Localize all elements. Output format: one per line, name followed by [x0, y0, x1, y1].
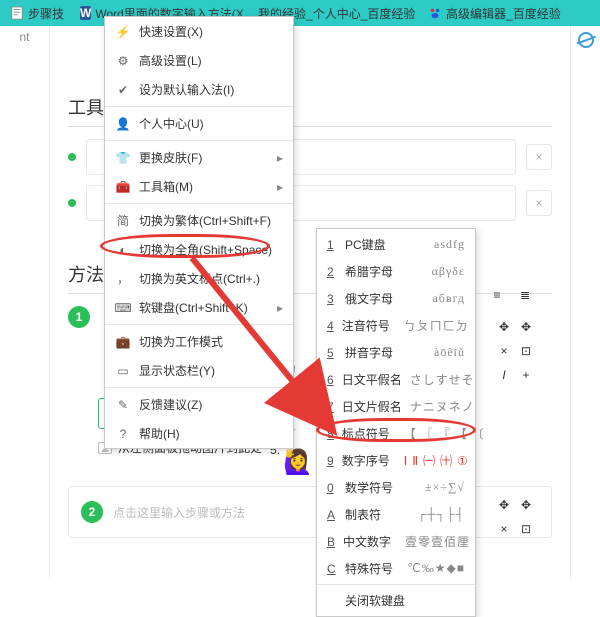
step1-toolbar-a: ✥ × I [494, 320, 514, 382]
step-number-1: 1 [68, 306, 90, 328]
feedback-icon: ✎ [115, 397, 131, 413]
unordered-list-icon[interactable]: ≣ [515, 288, 535, 302]
user-icon: 👤 [115, 116, 131, 132]
menu-soft-keyboard[interactable]: ⌨软键盘(Ctrl+Shift+K)▸ [105, 293, 293, 322]
fullwidth-icon: ◐ [115, 242, 131, 258]
check-icon: ✔ [115, 82, 131, 98]
bolt-icon: ⚡ [115, 24, 131, 40]
step2-toolbar-a: ✥ × [494, 498, 514, 536]
menu-fullwidth[interactable]: ◐切换为全角(Shift+Space) [105, 235, 293, 264]
right-gutter [570, 26, 600, 579]
word-icon: W [80, 6, 91, 20]
skin-icon: 👕 [115, 150, 131, 166]
menu-separator [317, 584, 475, 585]
ie-icon[interactable] [578, 32, 594, 48]
sub-math[interactable]: 0数学符号±×÷∑√ [317, 474, 475, 501]
menu-work-mode[interactable]: 💼切换为工作模式 [105, 327, 293, 356]
step1-toolbar-b: ✥ ⊡ + [516, 320, 536, 382]
sub-close-kbd[interactable]: 关闭软键盘 [317, 587, 475, 614]
punct-icon: ， [115, 271, 131, 287]
sub-pinyin[interactable]: 5拼音字母àōêīǔ [317, 339, 475, 366]
move-icon[interactable]: ✥ [499, 320, 509, 334]
lock-icon[interactable]: ⊡ [521, 522, 531, 536]
baidu-icon [428, 6, 442, 20]
menu-toolbox[interactable]: 🧰工具箱(M)▸ [105, 172, 293, 201]
move-icon[interactable]: ✥ [521, 320, 531, 334]
menu-separator [105, 387, 293, 388]
tab-label: 高级编辑器_百度经验 [446, 5, 561, 22]
menu-advanced-settings[interactable]: ⚙高级设置(L) [105, 46, 293, 75]
step-2-placeholder: 点击这里输入步骤或方法 [113, 504, 245, 521]
toolbox-icon: 🧰 [115, 179, 131, 195]
keyboard-icon: ⌨ [115, 300, 131, 316]
chevron-right-icon: ▸ [277, 301, 283, 315]
tab-3[interactable]: 高级编辑器_百度经验 [422, 3, 567, 24]
bullet-icon [68, 199, 76, 207]
step2-toolbar-b: ✥ ⊡ [516, 498, 536, 536]
menu-help[interactable]: ?帮助(H) [105, 419, 293, 448]
move-icon[interactable]: ✥ [499, 498, 509, 512]
add-icon[interactable]: + [522, 368, 529, 382]
sub-pc-keyboard[interactable]: 1PC键盘asdfg [317, 231, 475, 258]
emoji-icon: 🙋‍♀️ [283, 448, 313, 477]
menu-set-default[interactable]: ✔设为默认输入法(I) [105, 75, 293, 104]
chevron-right-icon: ▸ [277, 180, 283, 194]
sub-greek[interactable]: 2希腊字母αβγδε [317, 258, 475, 285]
menu-traditional[interactable]: 简切换为繁体(Ctrl+Shift+F) [105, 206, 293, 235]
italic-icon[interactable]: I [502, 368, 505, 382]
menu-feedback[interactable]: ✎反馈建议(Z) [105, 390, 293, 419]
menu-change-skin[interactable]: 👕更换皮肤(F)▸ [105, 143, 293, 172]
gear-icon: ⚙ [115, 53, 131, 69]
help-icon: ? [115, 426, 131, 442]
bullet-icon [68, 153, 76, 161]
sub-special[interactable]: C特殊符号℃‰★◆■ [317, 555, 475, 582]
tab-0[interactable]: 步骤技 [4, 3, 70, 24]
sub-zhuyin[interactable]: 4注音符号ㄅㄆㄇㄈㄉ [317, 312, 475, 339]
left-label: nt [19, 30, 29, 579]
move-icon[interactable]: ✥ [521, 498, 531, 512]
tab-label: 步骤技 [28, 5, 64, 22]
briefcase-icon: 💼 [115, 334, 131, 350]
remove-row-button[interactable]: × [526, 144, 552, 170]
chevron-right-icon: ▸ [277, 151, 283, 165]
menu-en-punct[interactable]: ，切换为英文标点(Ctrl+.) [105, 264, 293, 293]
step-number-2: 2 [81, 501, 103, 523]
menu-separator [105, 140, 293, 141]
sub-box-drawing[interactable]: A制表符┌┼┐├┤ [317, 501, 475, 528]
sub-hiragana[interactable]: 6日文平假名さしすせそ [317, 366, 475, 393]
soft-keyboard-submenu: 1PC键盘asdfg 2希腊字母αβγδε 3俄文字母абвгд 4注音符号ㄅㄆ… [316, 228, 476, 617]
format-row: ≡ ≣ [487, 288, 535, 302]
browser-tabbar: 步骤技 W Word里面的数字输入方法(X)... 我的经验_个人中心_百度经验… [0, 0, 600, 26]
menu-quick-settings[interactable]: ⚡快速设置(X) [105, 17, 293, 46]
menu-separator [105, 324, 293, 325]
sub-number-seq[interactable]: 9数字序号Ⅰ Ⅱ ㈠ ㈩ ① [317, 447, 475, 474]
ordered-list-icon[interactable]: ≡ [487, 288, 507, 302]
menu-separator [105, 106, 293, 107]
simp-trad-icon: 简 [115, 213, 131, 229]
sub-cn-numbers[interactable]: B中文数字壹零壹佰厘 [317, 528, 475, 555]
ime-context-menu: ⚡快速设置(X) ⚙高级设置(L) ✔设为默认输入法(I) 👤个人中心(U) 👕… [104, 16, 294, 449]
sub-russian[interactable]: 3俄文字母абвгд [317, 285, 475, 312]
menu-separator [105, 203, 293, 204]
menu-show-status[interactable]: ▭显示状态栏(Y) [105, 356, 293, 385]
lock-icon[interactable]: ⊡ [521, 344, 531, 358]
sub-katakana[interactable]: 7日文片假名ナニヌネノ [317, 393, 475, 420]
close-icon[interactable]: × [500, 522, 507, 536]
left-gutter: nt [0, 26, 50, 579]
menu-user-center[interactable]: 👤个人中心(U) [105, 109, 293, 138]
doc-icon [10, 6, 24, 20]
step-2-box[interactable]: 2 点击这里输入步骤或方法 [68, 486, 552, 538]
sub-punctuation[interactable]: 8标点符号【 〖 『 【 〔 [317, 420, 475, 447]
close-icon[interactable]: × [500, 344, 507, 358]
status-icon: ▭ [115, 363, 131, 379]
remove-row-button[interactable]: × [526, 190, 552, 216]
